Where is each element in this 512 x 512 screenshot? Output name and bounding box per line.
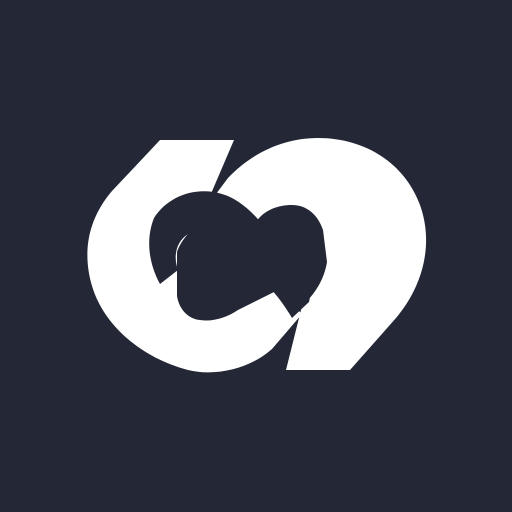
interlocking-links-logo-icon xyxy=(87,138,427,373)
app-icon-canvas xyxy=(0,0,512,512)
